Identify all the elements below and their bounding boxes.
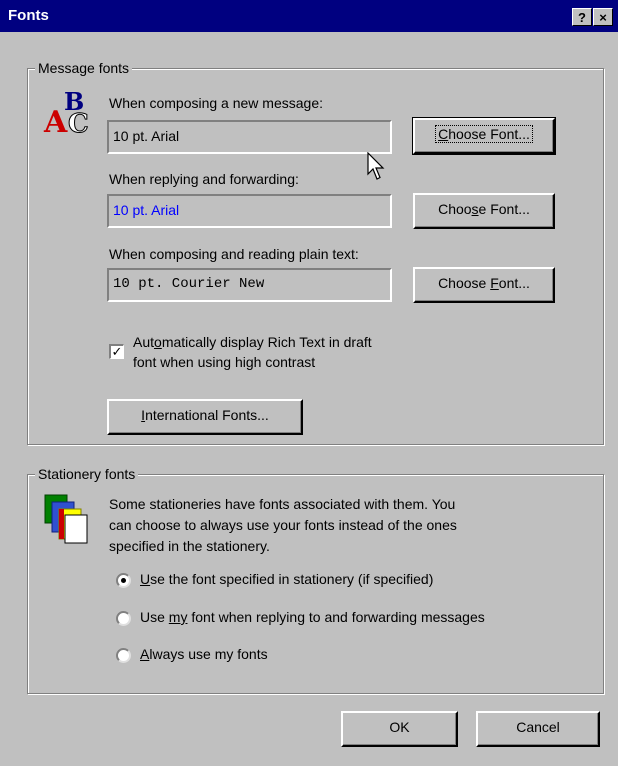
svg-text:C: C — [68, 109, 89, 139]
reply-label: When replying and forwarding: — [109, 171, 299, 187]
stationery-icon — [43, 493, 95, 545]
choose-font-compose-button[interactable]: Choose Font... — [412, 117, 556, 155]
choose-font-plain-button[interactable]: Choose Font... — [413, 267, 555, 303]
rich-text-checkbox[interactable]: ✓ — [109, 344, 124, 359]
message-fonts-legend: Message fonts — [35, 60, 133, 76]
plain-text-font-field: 10 pt. Courier New — [107, 268, 392, 302]
plain-text-label: When composing and reading plain text: — [109, 246, 359, 262]
ok-button[interactable]: OK — [341, 711, 458, 747]
compose-label: When composing a new message: — [109, 95, 323, 111]
compose-font-field: 10 pt. Arial — [107, 120, 392, 154]
stationery-desc-line1: Some stationeries have fonts associated … — [109, 496, 456, 512]
title-bar: Fonts ? × — [0, 0, 618, 32]
radio-use-my-font-replying[interactable] — [116, 611, 131, 626]
mouse-pointer-icon — [366, 151, 388, 182]
abc-fonts-icon: B A C — [42, 86, 98, 142]
option-always-use-my-fonts-label[interactable]: Always use my fonts — [140, 646, 268, 662]
stationery-desc-line2: can choose to always use your fonts inst… — [109, 517, 457, 533]
option-use-my-font-replying-label[interactable]: Use my font when replying to and forward… — [140, 609, 485, 625]
window-title: Fonts — [8, 7, 49, 24]
stationery-desc-line3: specified in the stationery. — [109, 538, 270, 554]
stationery-fonts-legend: Stationery fonts — [35, 466, 139, 482]
cancel-button[interactable]: Cancel — [476, 711, 600, 747]
close-button[interactable]: × — [593, 8, 613, 26]
help-button[interactable]: ? — [572, 8, 592, 26]
choose-font-reply-button[interactable]: Choose Font... — [413, 193, 555, 229]
radio-selected-dot — [121, 578, 126, 583]
reply-font-field: 10 pt. Arial — [107, 194, 392, 228]
international-fonts-button[interactable]: International Fonts... — [107, 399, 303, 435]
radio-always-use-my-fonts[interactable] — [116, 648, 131, 663]
svg-text:A: A — [43, 105, 68, 140]
radio-use-stationery-font[interactable] — [116, 573, 131, 588]
rich-text-label-line2: font when using high contrast — [133, 354, 316, 370]
rich-text-label-line1[interactable]: Automatically display Rich Text in draft — [133, 334, 372, 350]
option-use-stationery-font-label[interactable]: Use the font specified in stationery (if… — [140, 571, 433, 587]
